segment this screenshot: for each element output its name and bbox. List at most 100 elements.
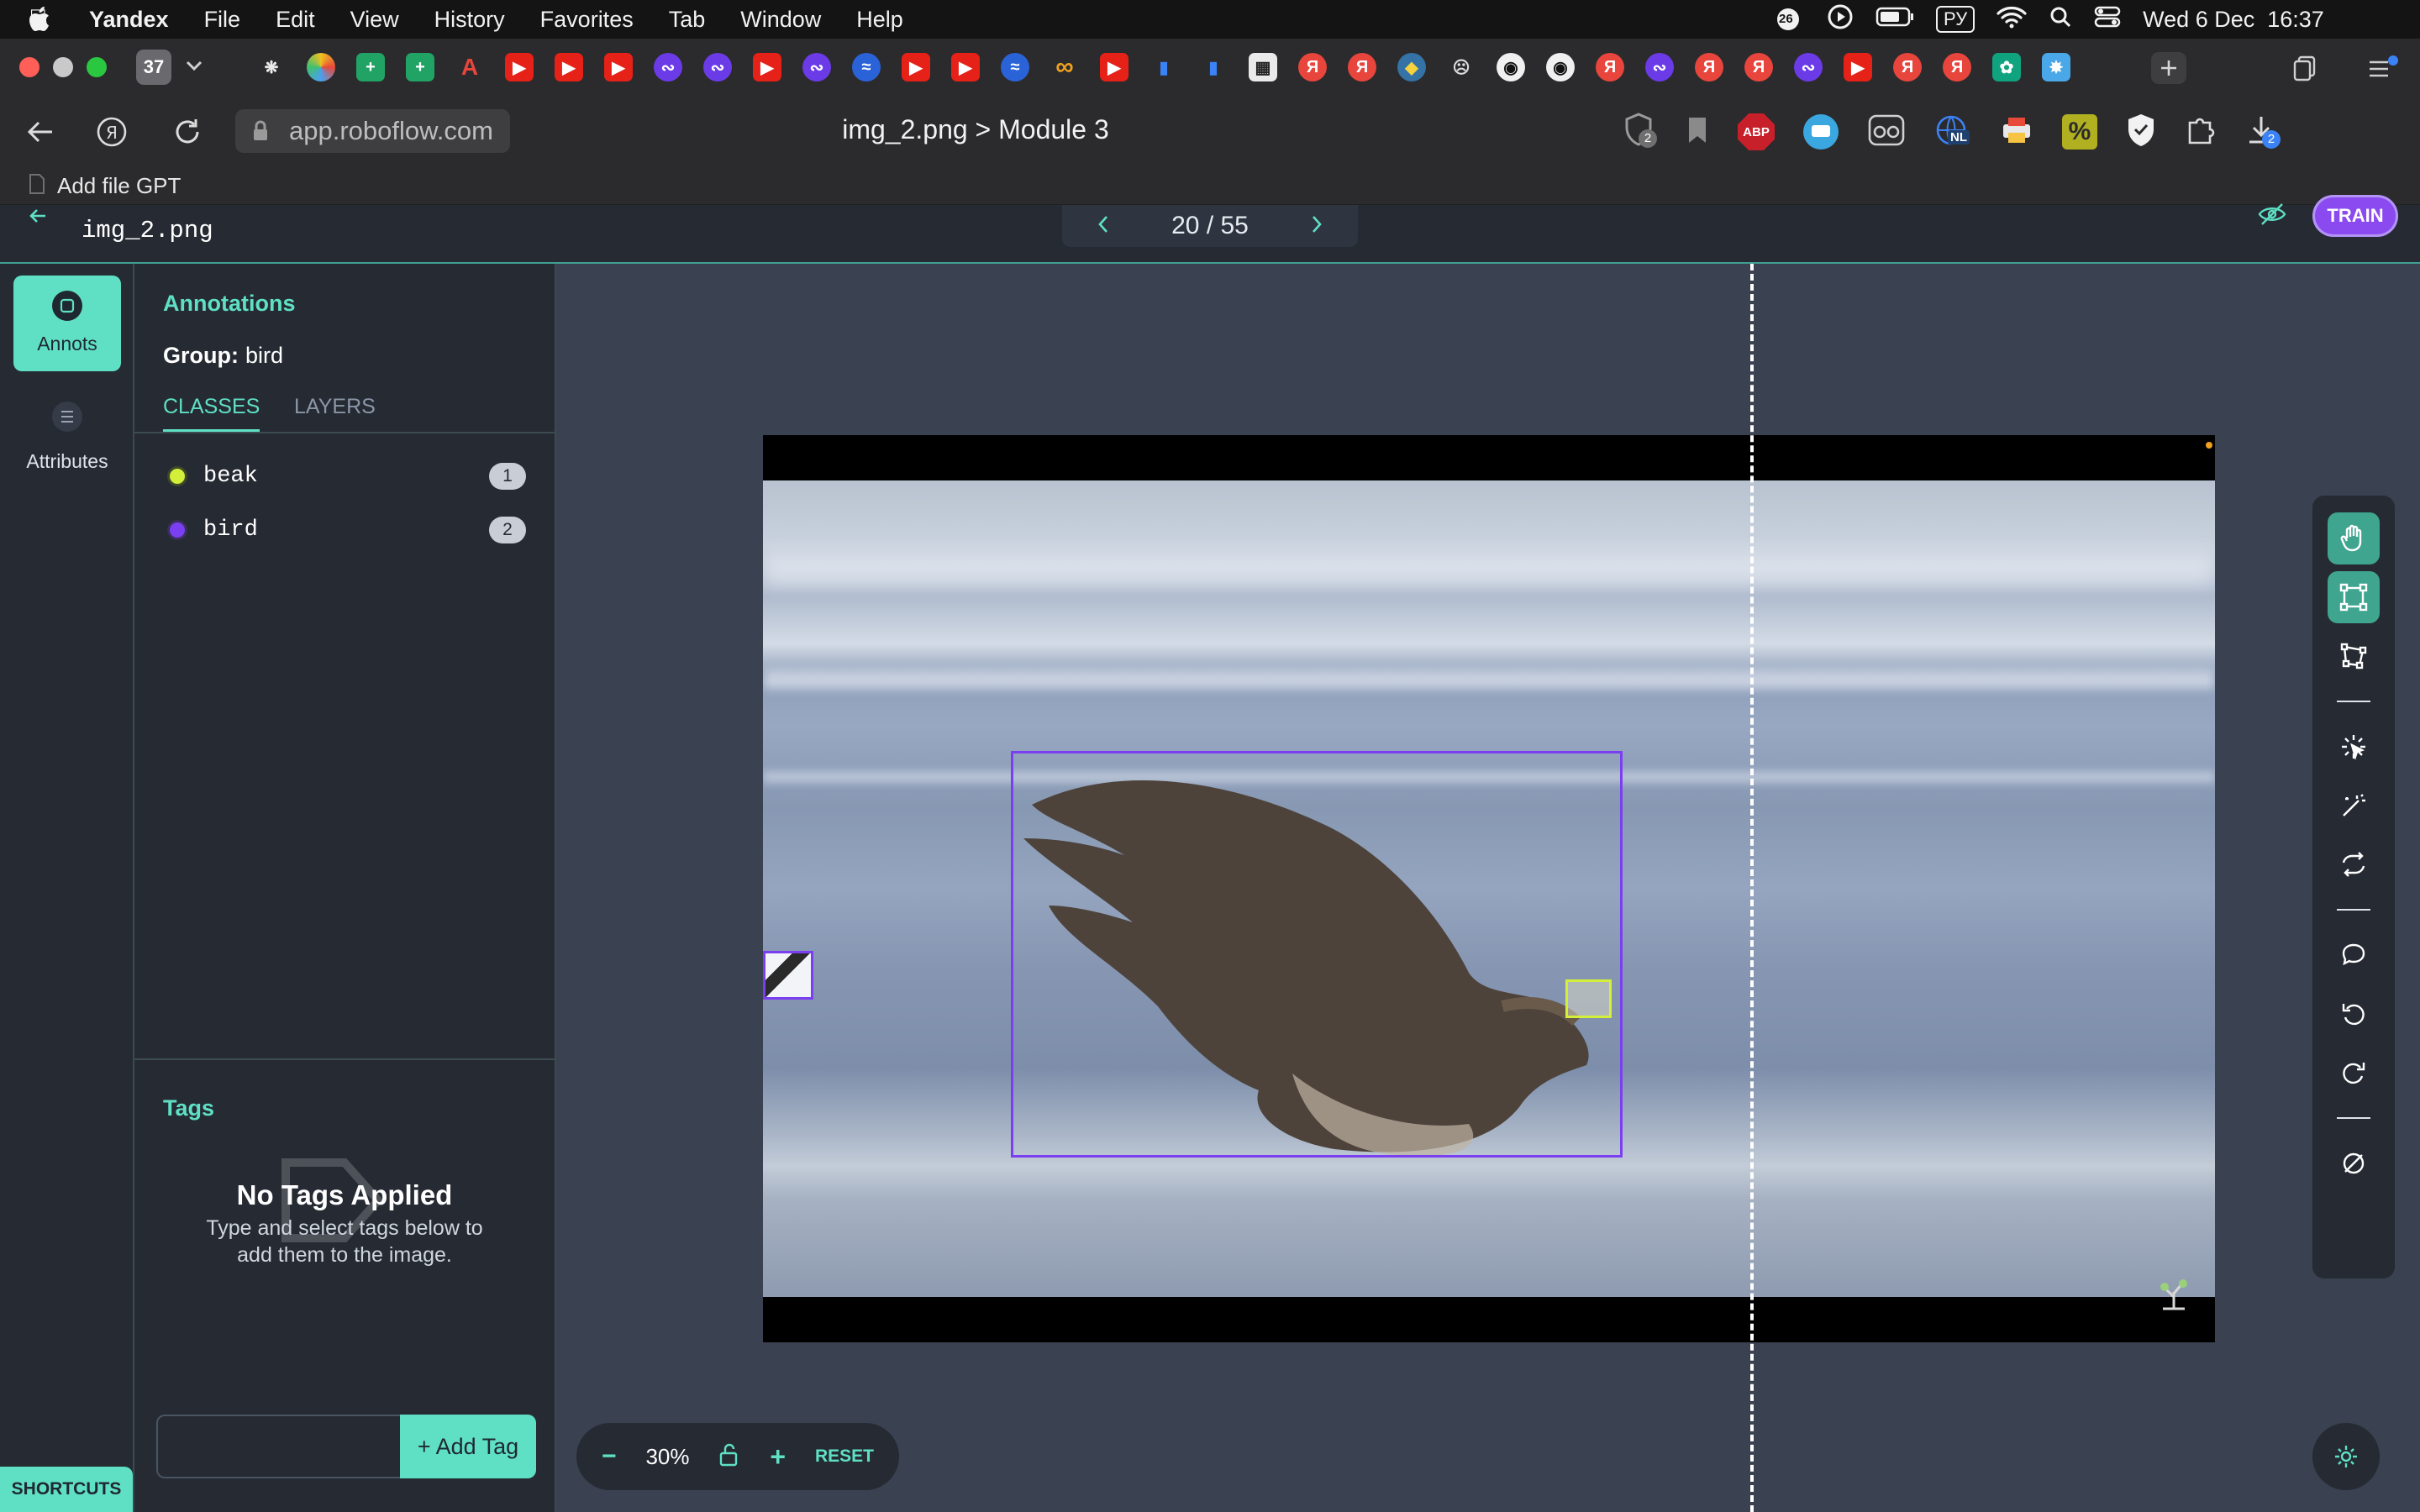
tab-roboflow-icon-active[interactable]: ∾ [654, 53, 682, 81]
tab-roboflow-icon-3[interactable]: ∾ [1645, 53, 1674, 81]
translate-chat-icon[interactable] [1803, 114, 1839, 150]
tab-python-icon[interactable]: ◆ [1397, 53, 1426, 81]
nav-attributes[interactable]: Attributes [13, 395, 121, 479]
menu-history[interactable]: History [434, 7, 505, 33]
wifi-icon[interactable] [1996, 5, 2027, 34]
tab-infinity-icon[interactable]: ∞ [1050, 53, 1079, 81]
bounding-box-tool[interactable] [2328, 571, 2380, 623]
train-button[interactable]: TRAIN [2312, 195, 2398, 237]
tab-list-chevron-icon[interactable] [185, 60, 203, 76]
bird-bounding-box[interactable] [1011, 751, 1623, 1158]
smart-select-tool[interactable] [2328, 721, 2380, 773]
tab-youtube-icon-5[interactable]: ▶ [902, 53, 930, 81]
redo-button[interactable] [2328, 1047, 2380, 1099]
menu-help[interactable]: Help [856, 7, 903, 33]
menu-view[interactable]: View [350, 7, 399, 33]
tab-roboflow-icon-2[interactable]: ∾ [802, 53, 831, 81]
tab-yandex-icon-2[interactable]: Я [1348, 53, 1376, 81]
pager-prev-icon[interactable] [1096, 213, 1111, 239]
tab-youtube-icon[interactable]: ▶ [505, 53, 534, 81]
hide-annotations-eye-icon[interactable] [2257, 202, 2287, 231]
sidebar-menu-icon[interactable] [2366, 54, 2400, 87]
reader-glasses-icon[interactable] [1867, 113, 1906, 151]
vpn-nl-icon[interactable]: NL [1934, 113, 1971, 150]
tab-classes[interactable]: CLASSES [163, 395, 260, 432]
bird-bounding-box-small[interactable] [763, 951, 813, 1000]
notification-badge-icon[interactable]: 26 [1771, 7, 1805, 32]
menu-favorites[interactable]: Favorites [540, 7, 634, 33]
menu-app-name[interactable]: Yandex [89, 7, 169, 33]
nav-annots[interactable]: Annots [13, 276, 121, 371]
group-value[interactable]: bird [245, 343, 283, 369]
new-tab-button[interactable] [2151, 52, 2186, 84]
magic-wand-tool[interactable] [2328, 780, 2380, 832]
tab-layers[interactable]: LAYERS [294, 395, 376, 419]
back-arrow-icon[interactable] [27, 205, 49, 231]
tab-youtube-icon-3[interactable]: ▶ [604, 53, 633, 81]
tab-github-icon[interactable]: ◉ [1497, 53, 1525, 81]
tab-youtube-icon-6[interactable]: ▶ [951, 53, 980, 81]
image-canvas[interactable]: − 30% + RESET [556, 264, 2420, 1512]
tab-app-icon[interactable]: ✸ [2042, 53, 2070, 81]
add-tag-button[interactable]: + Add Tag [400, 1415, 536, 1478]
downloads-icon[interactable]: 2 [2245, 113, 2281, 151]
beak-bounding-box[interactable] [1565, 979, 1612, 1018]
tab-youtube-icon-8[interactable]: ▶ [1844, 53, 1872, 81]
polygon-tool[interactable] [2328, 630, 2380, 682]
menu-window[interactable]: Window [740, 7, 821, 33]
comment-tool[interactable] [2328, 929, 2380, 981]
menu-file[interactable]: File [204, 7, 241, 33]
repeat-tool[interactable] [2328, 838, 2380, 890]
extensions-puzzle-icon[interactable] [2185, 114, 2217, 150]
printer-icon[interactable] [2000, 114, 2033, 150]
keyboard-layout-indicator[interactable]: РУ [1936, 6, 1975, 33]
spotlight-search-icon[interactable] [2049, 5, 2072, 34]
bookmark-add-file-gpt[interactable]: Add file GPT [57, 173, 181, 199]
menu-tab[interactable]: Tab [669, 7, 706, 33]
zoom-reset-button[interactable]: RESET [815, 1446, 874, 1467]
class-row-beak[interactable]: beak 1 [170, 455, 526, 497]
tab-sheets-icon[interactable]: + [356, 53, 385, 81]
copy-icon[interactable] [2291, 54, 2319, 87]
tab-yandex-icon-7[interactable]: Я [1943, 53, 1971, 81]
tab-chatgpt-icon[interactable]: ✿ [1992, 53, 2021, 81]
undo-button[interactable] [2328, 988, 2380, 1040]
tab-youtube-icon-2[interactable]: ▶ [555, 53, 583, 81]
tab-colorwheel-icon[interactable] [307, 53, 335, 81]
brave-shield-icon[interactable] [2126, 113, 2156, 152]
zoom-lock-icon[interactable] [718, 1443, 740, 1471]
datetime[interactable]: Wed 6 Dec 16:37 [2143, 7, 2324, 33]
extension-protect-icon[interactable]: 2 [1620, 111, 1657, 154]
adblock-plus-icon[interactable]: ABP [1738, 113, 1775, 150]
pager-next-icon[interactable] [1309, 213, 1324, 239]
play-icon[interactable] [1827, 3, 1854, 36]
control-center-icon[interactable] [2094, 5, 2121, 34]
tab-planet-icon[interactable]: ≈ [852, 53, 881, 81]
zoom-in-button[interactable]: + [770, 1441, 786, 1473]
tab-chart-icon[interactable]: ▮ [1150, 53, 1178, 81]
settings-button[interactable] [2312, 1423, 2380, 1490]
tab-count-button[interactable]: 37 [136, 50, 171, 85]
tab-youtube-icon-7[interactable]: ▶ [1100, 53, 1128, 81]
tab-ghost-icon[interactable]: ☹ [1447, 53, 1476, 81]
tab-yandex-icon-6[interactable]: Я [1893, 53, 1922, 81]
tab-yandex-icon[interactable]: Я [1298, 53, 1327, 81]
tab-github-icon-2[interactable]: ◉ [1546, 53, 1575, 81]
tab-youtube-icon-4[interactable]: ▶ [753, 53, 781, 81]
tab-yandex-icon-4[interactable]: Я [1695, 53, 1723, 81]
tab-chart-icon-2[interactable]: ▮ [1199, 53, 1228, 81]
class-row-bird[interactable]: bird 2 [170, 509, 526, 551]
annotated-image[interactable] [763, 435, 2215, 1342]
pan-tool[interactable] [2328, 512, 2380, 564]
tab-roboflow-icon[interactable]: ∾ [703, 53, 732, 81]
zoom-out-button[interactable]: − [602, 1442, 617, 1471]
coupon-percent-icon[interactable]: % [2062, 114, 2097, 150]
tab-qr-icon[interactable]: ▦ [1249, 53, 1277, 81]
window-close-button[interactable] [19, 57, 39, 77]
battery-icon[interactable] [1876, 6, 1914, 34]
null-annotation-tool[interactable] [2328, 1137, 2380, 1189]
window-minimize-button[interactable] [53, 57, 73, 77]
bookmark-icon[interactable] [1686, 115, 1709, 150]
tab-yandex-icon-3[interactable]: Я [1596, 53, 1624, 81]
tab-planet-icon-2[interactable]: ≈ [1001, 53, 1029, 81]
